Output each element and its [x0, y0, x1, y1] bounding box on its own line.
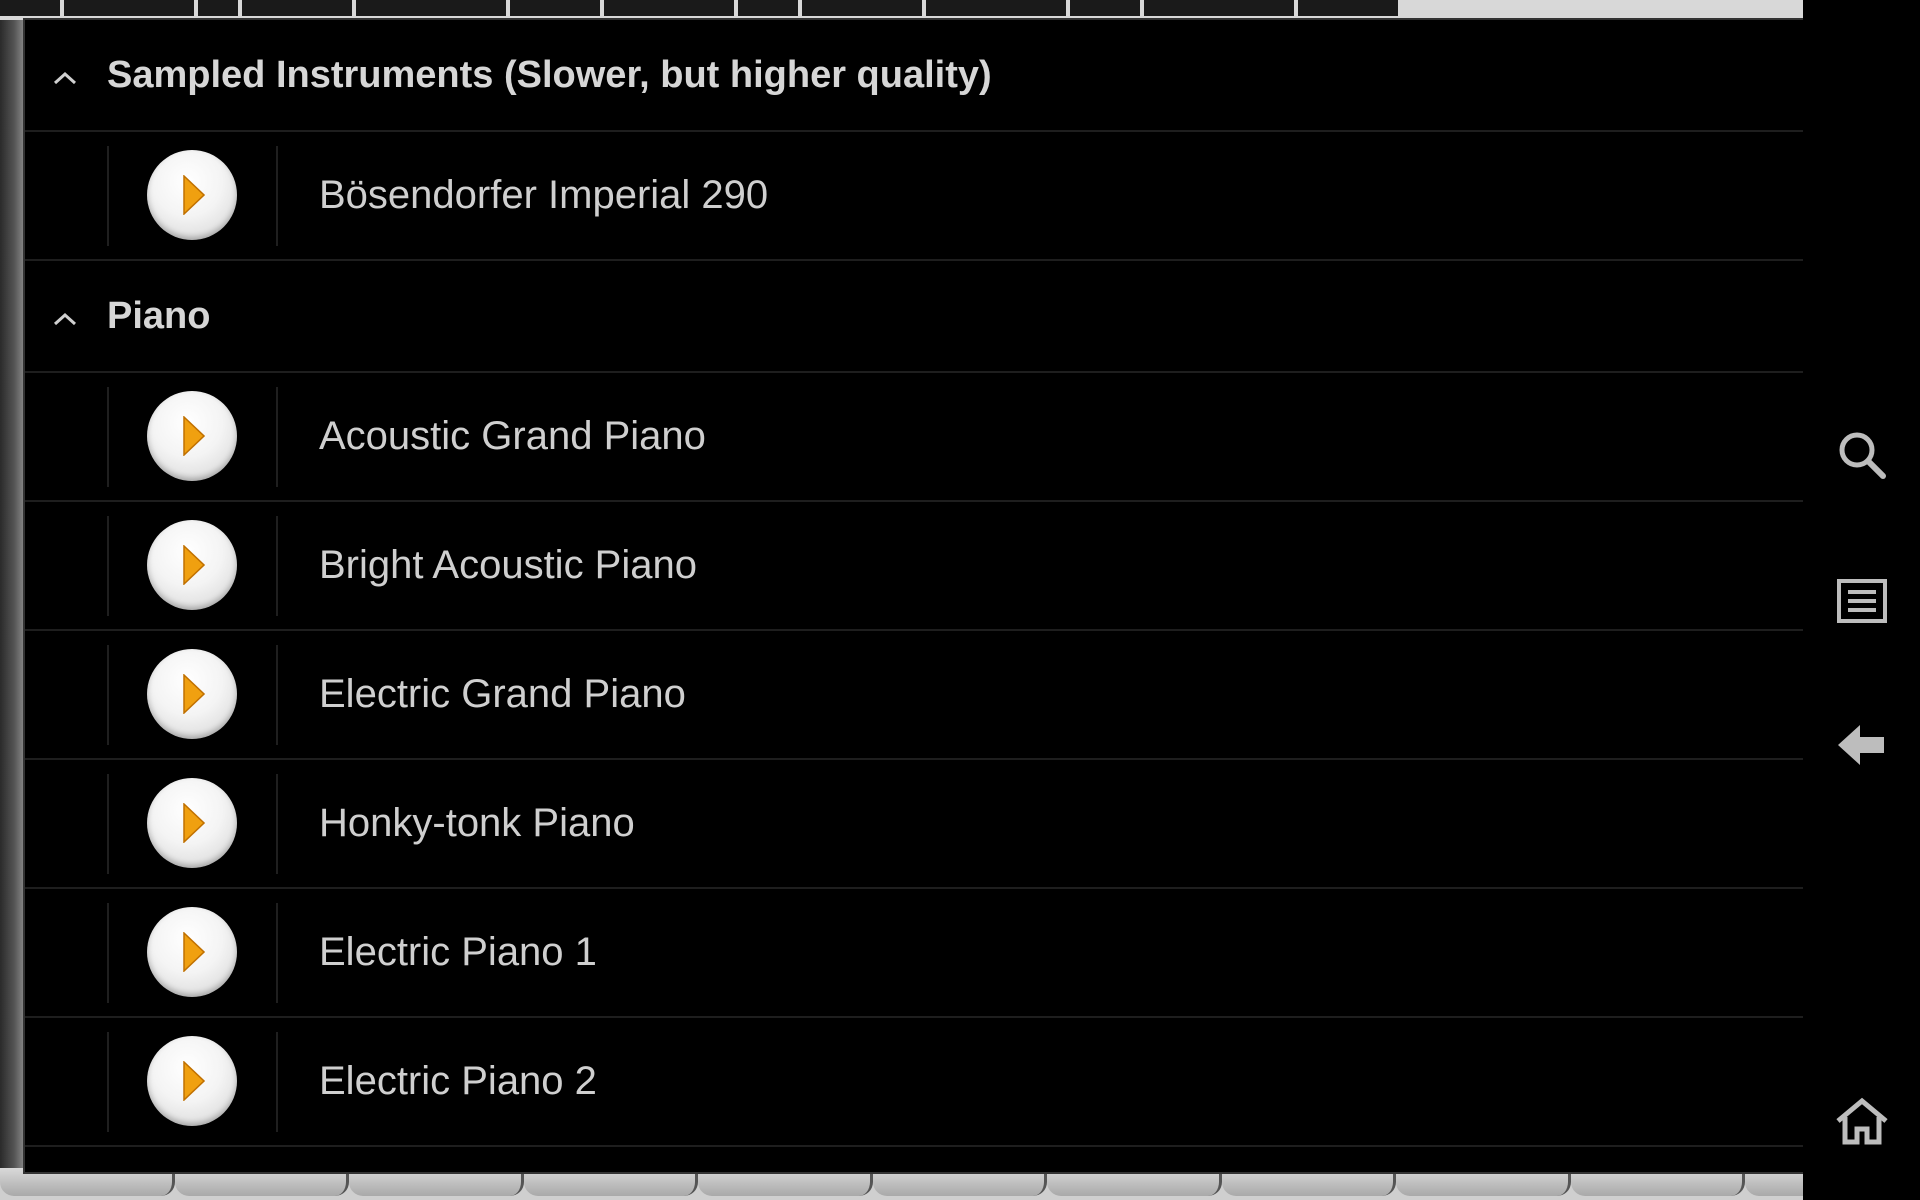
- play-icon: [183, 175, 205, 215]
- divider: [107, 146, 109, 246]
- navigation-bar: [1803, 0, 1920, 1200]
- play-icon: [183, 803, 205, 843]
- list-item[interactable]: Acoustic Grand Piano: [25, 373, 1805, 502]
- menu-button[interactable]: [1803, 556, 1920, 646]
- divider: [276, 903, 278, 1003]
- list-item[interactable]: Bösendorfer Imperial 290: [25, 132, 1805, 261]
- divider: [107, 1032, 109, 1132]
- divider: [107, 387, 109, 487]
- keyboard-background-left: [0, 20, 24, 1170]
- list-item[interactable]: Electric Grand Piano: [25, 631, 1805, 760]
- list-item[interactable]: Bright Acoustic Piano: [25, 502, 1805, 631]
- divider: [276, 645, 278, 745]
- play-icon: [183, 932, 205, 972]
- keyboard-background-top: [0, 0, 1803, 20]
- divider: [107, 516, 109, 616]
- divider: [107, 774, 109, 874]
- play-button[interactable]: [147, 649, 237, 739]
- play-icon: [183, 416, 205, 456]
- divider: [107, 645, 109, 745]
- instrument-label: Bösendorfer Imperial 290: [319, 173, 769, 217]
- group-title: Piano: [107, 294, 211, 337]
- instrument-label: Honky-tonk Piano: [319, 801, 635, 845]
- group-title: Sampled Instruments (Slower, but higher …: [107, 53, 992, 96]
- menu-list-icon: [1836, 579, 1887, 623]
- play-button[interactable]: [147, 907, 237, 997]
- home-icon: [1835, 1097, 1888, 1145]
- divider: [107, 903, 109, 1003]
- chevron-up-icon: [53, 312, 77, 328]
- instrument-label: Acoustic Grand Piano: [319, 414, 706, 458]
- list-item[interactable]: Electric Piano 2: [25, 1018, 1805, 1147]
- home-button[interactable]: [1803, 1076, 1920, 1166]
- instrument-label: Electric Piano 2: [319, 1059, 597, 1103]
- play-icon: [183, 674, 205, 714]
- divider: [276, 774, 278, 874]
- play-icon: [183, 545, 205, 585]
- back-button[interactable]: [1803, 700, 1920, 790]
- instrument-label: Bright Acoustic Piano: [319, 543, 697, 587]
- search-icon: [1839, 432, 1886, 479]
- app-screen: Sampled Instruments (Slower, but higher …: [0, 0, 1920, 1200]
- divider: [276, 1032, 278, 1132]
- list-item[interactable]: Honky-tonk Piano: [25, 760, 1805, 889]
- instrument-label: Electric Grand Piano: [319, 672, 686, 716]
- list-item[interactable]: Electric Piano 1: [25, 889, 1805, 1018]
- play-button[interactable]: [147, 520, 237, 610]
- group-header-piano[interactable]: Piano: [25, 261, 1805, 373]
- group-header-sampled-instruments[interactable]: Sampled Instruments (Slower, but higher …: [25, 20, 1805, 132]
- play-button[interactable]: [147, 778, 237, 868]
- play-icon: [183, 1061, 205, 1101]
- play-button[interactable]: [147, 150, 237, 240]
- chevron-up-icon: [53, 71, 77, 87]
- divider: [276, 516, 278, 616]
- instrument-label: Electric Piano 1: [319, 930, 597, 974]
- play-button[interactable]: [147, 1036, 237, 1126]
- divider: [276, 146, 278, 246]
- search-button[interactable]: [1803, 410, 1920, 500]
- play-button[interactable]: [147, 391, 237, 481]
- instrument-list-dialog: Sampled Instruments (Slower, but higher …: [23, 18, 1805, 1174]
- divider: [276, 387, 278, 487]
- back-arrow-icon: [1837, 725, 1884, 765]
